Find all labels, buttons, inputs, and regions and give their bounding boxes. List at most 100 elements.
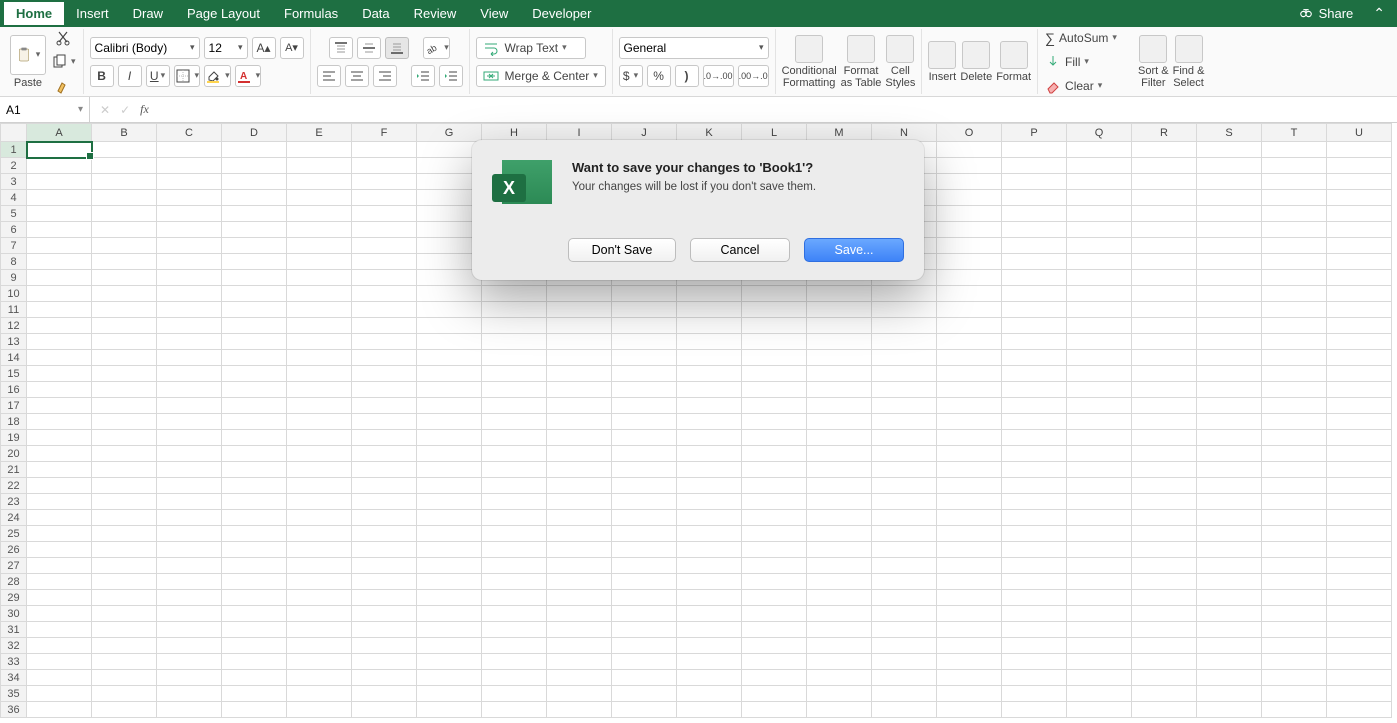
cell[interactable] bbox=[547, 430, 612, 446]
row-header[interactable]: 12 bbox=[1, 318, 27, 334]
cell[interactable] bbox=[1262, 558, 1327, 574]
tab-formulas[interactable]: Formulas bbox=[272, 2, 350, 25]
cell[interactable] bbox=[1327, 702, 1392, 718]
cell[interactable] bbox=[1132, 462, 1197, 478]
cell[interactable] bbox=[157, 574, 222, 590]
cell[interactable] bbox=[1132, 206, 1197, 222]
cell[interactable] bbox=[807, 382, 872, 398]
cell[interactable] bbox=[352, 702, 417, 718]
cell[interactable] bbox=[1197, 318, 1262, 334]
cell[interactable] bbox=[1067, 574, 1132, 590]
cell[interactable] bbox=[417, 670, 482, 686]
cell[interactable] bbox=[612, 286, 677, 302]
cell[interactable] bbox=[352, 510, 417, 526]
cell[interactable] bbox=[1327, 414, 1392, 430]
cell[interactable] bbox=[937, 302, 1002, 318]
delete-cells-button[interactable]: Delete bbox=[960, 41, 992, 83]
cell[interactable] bbox=[27, 654, 92, 670]
cell[interactable] bbox=[1197, 142, 1262, 158]
cell[interactable] bbox=[157, 414, 222, 430]
cell[interactable] bbox=[937, 510, 1002, 526]
cell[interactable] bbox=[1002, 606, 1067, 622]
cell[interactable] bbox=[287, 318, 352, 334]
cell[interactable] bbox=[547, 702, 612, 718]
row-header[interactable]: 15 bbox=[1, 366, 27, 382]
tab-review[interactable]: Review bbox=[402, 2, 469, 25]
cell[interactable] bbox=[92, 382, 157, 398]
find-select-button[interactable]: Find & Select bbox=[1173, 35, 1205, 89]
cell[interactable] bbox=[1002, 670, 1067, 686]
cell[interactable] bbox=[1262, 174, 1327, 190]
cell[interactable] bbox=[872, 606, 937, 622]
cell[interactable] bbox=[352, 190, 417, 206]
cell[interactable] bbox=[547, 526, 612, 542]
cell[interactable] bbox=[1197, 206, 1262, 222]
column-header[interactable]: I bbox=[547, 124, 612, 142]
cell[interactable] bbox=[547, 382, 612, 398]
cell[interactable] bbox=[742, 590, 807, 606]
cell[interactable] bbox=[1262, 702, 1327, 718]
cell[interactable] bbox=[157, 366, 222, 382]
cell[interactable] bbox=[417, 382, 482, 398]
cell[interactable] bbox=[417, 462, 482, 478]
cell[interactable] bbox=[1132, 510, 1197, 526]
cell[interactable] bbox=[27, 446, 92, 462]
cell[interactable] bbox=[612, 638, 677, 654]
row-header[interactable]: 21 bbox=[1, 462, 27, 478]
cell[interactable] bbox=[352, 478, 417, 494]
cell[interactable] bbox=[872, 638, 937, 654]
cell[interactable] bbox=[1132, 174, 1197, 190]
cell[interactable] bbox=[807, 302, 872, 318]
cell[interactable] bbox=[352, 222, 417, 238]
cell[interactable] bbox=[157, 238, 222, 254]
cell[interactable] bbox=[482, 462, 547, 478]
cell[interactable] bbox=[937, 366, 1002, 382]
cell[interactable] bbox=[222, 606, 287, 622]
cell[interactable] bbox=[1262, 446, 1327, 462]
cell[interactable] bbox=[92, 606, 157, 622]
cell[interactable] bbox=[677, 574, 742, 590]
cell[interactable] bbox=[937, 462, 1002, 478]
row-header[interactable]: 3 bbox=[1, 174, 27, 190]
cell[interactable] bbox=[417, 430, 482, 446]
cell[interactable] bbox=[157, 494, 222, 510]
cell[interactable] bbox=[807, 494, 872, 510]
cell[interactable] bbox=[742, 414, 807, 430]
cell[interactable] bbox=[27, 238, 92, 254]
row-header[interactable]: 35 bbox=[1, 686, 27, 702]
cell[interactable] bbox=[417, 302, 482, 318]
cell[interactable] bbox=[222, 398, 287, 414]
align-top-button[interactable] bbox=[329, 37, 353, 59]
cell[interactable] bbox=[872, 334, 937, 350]
share-button[interactable]: Share bbox=[1287, 6, 1366, 21]
cell[interactable] bbox=[92, 446, 157, 462]
cell[interactable] bbox=[872, 462, 937, 478]
cell[interactable] bbox=[1262, 542, 1327, 558]
cell[interactable] bbox=[807, 542, 872, 558]
cell[interactable] bbox=[1327, 558, 1392, 574]
cell[interactable] bbox=[742, 542, 807, 558]
tab-insert[interactable]: Insert bbox=[64, 2, 121, 25]
cell[interactable] bbox=[27, 542, 92, 558]
cell[interactable] bbox=[1197, 574, 1262, 590]
cell[interactable] bbox=[92, 174, 157, 190]
cell[interactable] bbox=[417, 334, 482, 350]
cell[interactable] bbox=[482, 446, 547, 462]
cell[interactable] bbox=[1197, 590, 1262, 606]
cell[interactable] bbox=[222, 334, 287, 350]
cell[interactable] bbox=[937, 430, 1002, 446]
cell[interactable] bbox=[222, 670, 287, 686]
row-header[interactable]: 6 bbox=[1, 222, 27, 238]
cell[interactable] bbox=[287, 654, 352, 670]
cell[interactable] bbox=[1262, 478, 1327, 494]
cell[interactable] bbox=[1327, 142, 1392, 158]
cell[interactable] bbox=[482, 558, 547, 574]
cell[interactable] bbox=[807, 590, 872, 606]
cell[interactable] bbox=[1002, 622, 1067, 638]
cell[interactable] bbox=[222, 446, 287, 462]
cell[interactable] bbox=[482, 702, 547, 718]
cell[interactable] bbox=[1132, 654, 1197, 670]
cell[interactable] bbox=[1002, 558, 1067, 574]
row-header[interactable]: 18 bbox=[1, 414, 27, 430]
cell[interactable] bbox=[287, 622, 352, 638]
